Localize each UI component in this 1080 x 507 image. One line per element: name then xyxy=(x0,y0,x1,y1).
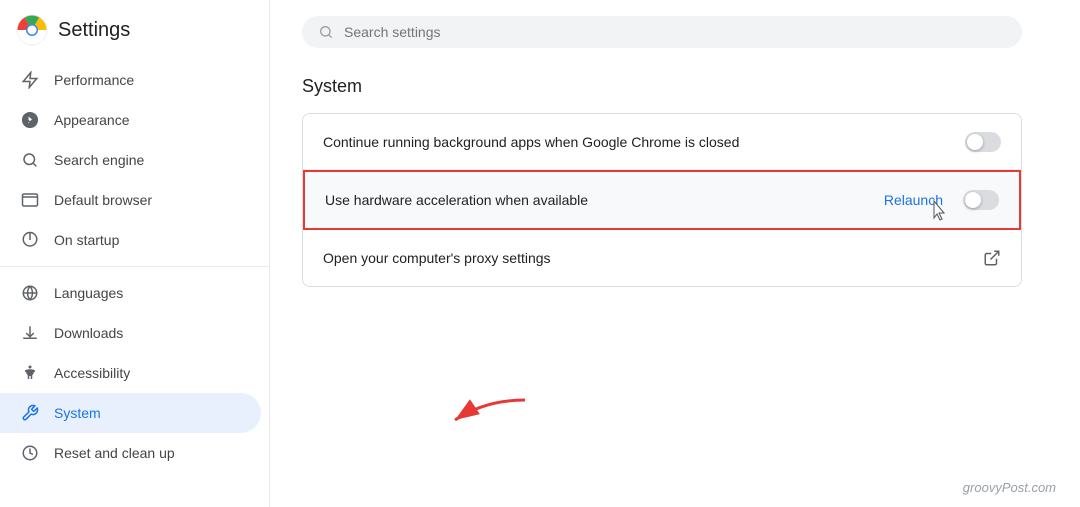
sidebar-item-label-appearance: Appearance xyxy=(54,112,130,128)
proxy-settings-label: Open your computer's proxy settings xyxy=(323,250,983,266)
sidebar-item-system[interactable]: System xyxy=(0,393,261,433)
sidebar-item-accessibility[interactable]: Accessibility xyxy=(0,353,261,393)
performance-icon xyxy=(20,70,40,90)
on-startup-icon xyxy=(20,230,40,250)
accessibility-icon xyxy=(20,363,40,383)
settings-row-hardware-acceleration: Use hardware acceleration when available… xyxy=(303,170,1021,230)
background-apps-toggle-track[interactable] xyxy=(965,132,1001,152)
search-bar[interactable] xyxy=(302,16,1022,48)
sidebar-item-label-accessibility: Accessibility xyxy=(54,365,130,381)
proxy-settings-actions xyxy=(983,249,1001,267)
hardware-acceleration-actions: Relaunch xyxy=(876,186,999,214)
sidebar-item-performance[interactable]: Performance xyxy=(0,60,261,100)
downloads-icon xyxy=(20,323,40,343)
search-icon xyxy=(318,24,334,40)
relaunch-button[interactable]: Relaunch xyxy=(876,186,951,214)
background-apps-label: Continue running background apps when Go… xyxy=(323,134,965,150)
hardware-acceleration-label: Use hardware acceleration when available xyxy=(325,192,876,208)
default-browser-icon xyxy=(20,190,40,210)
sidebar-item-downloads[interactable]: Downloads xyxy=(0,313,261,353)
external-link-icon[interactable] xyxy=(983,249,1001,267)
sidebar-item-reset[interactable]: Reset and clean up xyxy=(0,433,261,473)
arrow-annotation xyxy=(445,390,535,445)
chrome-logo-icon xyxy=(16,14,48,46)
sidebar-header: Settings xyxy=(0,0,269,56)
sidebar-item-label-downloads: Downloads xyxy=(54,325,123,341)
sidebar-item-label-search-engine: Search engine xyxy=(54,152,144,168)
sidebar-item-search-engine[interactable]: Search engine xyxy=(0,140,261,180)
sidebar-item-label-system: System xyxy=(54,405,101,421)
sidebar: Settings Performance Appearance xyxy=(0,0,270,507)
sidebar-item-default-browser[interactable]: Default browser xyxy=(0,180,261,220)
sidebar-item-label-languages: Languages xyxy=(54,285,123,301)
appearance-icon xyxy=(20,110,40,130)
background-apps-actions xyxy=(965,132,1001,152)
sidebar-nav: Performance Appearance Search engine xyxy=(0,56,269,507)
background-apps-toggle-thumb xyxy=(967,134,983,150)
languages-icon xyxy=(20,283,40,303)
search-engine-icon xyxy=(20,150,40,170)
reset-icon xyxy=(20,443,40,463)
section-title: System xyxy=(302,76,1048,97)
main-content: System Continue running background apps … xyxy=(270,0,1080,507)
settings-row-proxy: Open your computer's proxy settings xyxy=(303,230,1021,286)
sidebar-item-languages[interactable]: Languages xyxy=(0,273,261,313)
settings-title: Settings xyxy=(58,19,130,42)
sidebar-divider xyxy=(0,266,269,267)
hardware-acceleration-toggle[interactable] xyxy=(963,190,999,210)
sidebar-item-label-performance: Performance xyxy=(54,72,134,88)
sidebar-item-label-on-startup: On startup xyxy=(54,232,119,248)
sidebar-item-label-reset: Reset and clean up xyxy=(54,445,175,461)
settings-row-background-apps: Continue running background apps when Go… xyxy=(303,114,1021,170)
watermark: groovyPost.com xyxy=(963,480,1056,495)
hardware-acceleration-toggle-thumb xyxy=(965,192,981,208)
background-apps-toggle[interactable] xyxy=(965,132,1001,152)
settings-card: Continue running background apps when Go… xyxy=(302,113,1022,287)
sidebar-item-on-startup[interactable]: On startup xyxy=(0,220,261,260)
sidebar-item-label-default-browser: Default browser xyxy=(54,192,152,208)
hardware-acceleration-toggle-track[interactable] xyxy=(963,190,999,210)
sidebar-item-appearance[interactable]: Appearance xyxy=(0,100,261,140)
system-icon xyxy=(20,403,40,423)
search-input[interactable] xyxy=(344,24,1006,40)
